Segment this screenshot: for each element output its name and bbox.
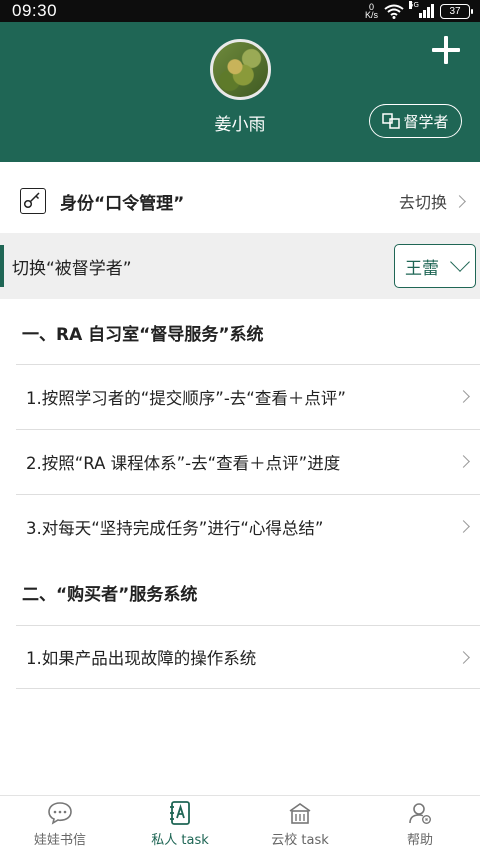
- battery-icon: 37: [440, 3, 473, 19]
- menu-item[interactable]: 1.如果产品出现故障的操作系统: [16, 625, 480, 689]
- profile-header: 姜小雨 督学者: [0, 22, 480, 162]
- clock: 09:30: [12, 1, 58, 20]
- status-icons: 0 K/s 5G 37: [364, 1, 473, 20]
- status-bar: 09:30 0 K/s 5G 37: [0, 0, 480, 22]
- tab-letters[interactable]: 娃娃书信: [0, 796, 120, 853]
- section-title-buyer: 二、“购买者”服务系统: [22, 584, 198, 605]
- identity-title: 身份“口令管理”: [60, 193, 185, 214]
- chevron-right-icon: [457, 520, 470, 533]
- switch-link[interactable]: 去切换: [399, 189, 447, 213]
- chat-bubble-icon: [48, 802, 72, 825]
- tab-cloud-school-task[interactable]: 云校 task: [240, 796, 360, 853]
- notebook-icon: [170, 801, 190, 825]
- chevron-right-icon: [457, 650, 470, 664]
- switch-role-icon: [382, 113, 401, 129]
- identity-password-row[interactable]: 身份“口令管理” 去切换: [0, 170, 480, 232]
- bottom-navigation: 娃娃书信 私人 task 云校 task 帮助: [0, 795, 480, 853]
- menu-item-label: 1.如果产品出现故障的操作系统: [26, 649, 257, 668]
- cellular-signal-icon: 5G: [409, 1, 434, 18]
- switch-supervised-label: 切换“被督学者”: [12, 258, 132, 279]
- chevron-right-icon: [457, 455, 470, 468]
- plus-icon[interactable]: [432, 36, 460, 64]
- supervisor-button[interactable]: 督学者: [369, 104, 462, 138]
- chevron-down-icon: [450, 252, 470, 272]
- accent-bar: [0, 245, 4, 287]
- wifi-icon: [384, 4, 404, 19]
- avatar[interactable]: [210, 39, 271, 100]
- tab-help[interactable]: 帮助: [360, 796, 480, 853]
- menu-item[interactable]: 3.对每天“坚持完成任务”进行“心得总结”: [16, 494, 480, 558]
- school-building-icon: [289, 803, 311, 824]
- chevron-right-icon: [453, 194, 466, 208]
- selected-student: 王蕾: [405, 258, 439, 279]
- menu-item[interactable]: 1.按照学习者的“提交顺序”-去“查看＋点评”: [16, 364, 480, 428]
- switch-supervised-row: 切换“被督学者” 王蕾: [0, 233, 480, 299]
- menu-item-label: 2.按照“RA 课程体系”-去“查看＋点评”进度: [26, 453, 341, 473]
- username: 姜小雨: [214, 115, 266, 135]
- tab-private-task[interactable]: 私人 task: [120, 796, 240, 853]
- menu-item-label: 1.按照学习者的“提交顺序”-去“查看＋点评”: [26, 388, 346, 408]
- section-title-supervision: 一、RA 自习室“督导服务”系统: [22, 324, 264, 345]
- user-help-icon: [409, 803, 431, 824]
- student-dropdown[interactable]: 王蕾: [394, 244, 476, 288]
- chevron-right-icon: [457, 390, 470, 403]
- menu-item[interactable]: 2.按照“RA 课程体系”-去“查看＋点评”进度: [16, 429, 480, 493]
- key-icon: [20, 188, 46, 214]
- net-speed: 0 K/s: [364, 2, 378, 20]
- menu-item-label: 3.对每天“坚持完成任务”进行“心得总结”: [26, 518, 324, 538]
